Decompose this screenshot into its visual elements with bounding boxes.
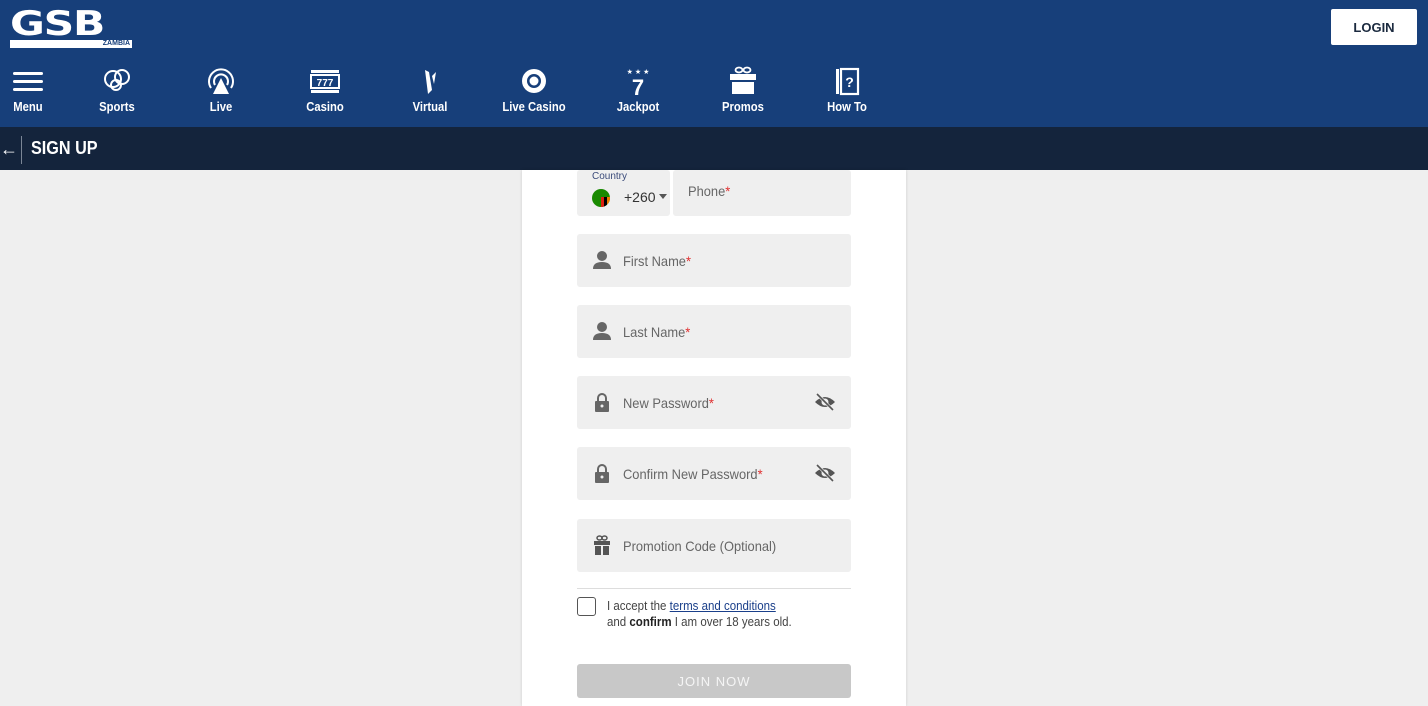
eye-off-icon[interactable] xyxy=(814,463,836,483)
form-divider xyxy=(577,588,851,589)
country-caption: Country xyxy=(592,171,628,182)
nav-label: Promos xyxy=(722,100,764,114)
lock-icon xyxy=(595,464,609,483)
terms-checkbox[interactable] xyxy=(577,597,596,616)
nav-label: Menu xyxy=(13,100,43,114)
logo-subtitle: ZAMBIA xyxy=(102,40,130,47)
nav-item-sports[interactable]: Sports xyxy=(72,62,162,122)
phone-input[interactable]: Phone* xyxy=(673,170,851,216)
nav-item-virtual[interactable]: Virtual xyxy=(385,62,475,122)
nav-item-how-to[interactable]: ? How To xyxy=(802,62,892,122)
phone-placeholder: Phone* xyxy=(688,183,731,199)
jackpot-seven-icon: 7★ ★ ★ xyxy=(627,68,650,96)
nav-item-menu[interactable]: Menu xyxy=(0,62,73,122)
new-password-placeholder: New Password* xyxy=(623,395,714,411)
nav-item-live-casino[interactable]: Live Casino xyxy=(489,62,579,122)
user-icon xyxy=(593,322,611,340)
nav-label: How To xyxy=(827,100,867,114)
nav-label: Sports xyxy=(99,100,135,114)
promotion-code-placeholder: Promotion Code (Optional) xyxy=(623,538,777,554)
nav-label: Live xyxy=(209,100,233,114)
nav-item-promos[interactable]: Promos xyxy=(698,62,788,122)
svg-text:777: 777 xyxy=(317,78,334,89)
last-name-input[interactable]: Last Name* xyxy=(577,305,851,358)
logo-text: GSB xyxy=(10,4,105,44)
user-icon xyxy=(593,251,611,269)
first-name-placeholder: First Name* xyxy=(623,253,691,269)
page-subheader: ← SIGN UP xyxy=(0,127,1428,170)
chevron-down-icon xyxy=(659,194,667,199)
live-broadcast-icon xyxy=(208,68,234,94)
slot-777-icon: 777 xyxy=(310,70,340,93)
promotion-code-input[interactable]: Promotion Code (Optional) xyxy=(577,519,851,572)
gift-icon xyxy=(730,66,756,94)
nav-label: Virtual xyxy=(412,100,448,114)
nav-item-jackpot[interactable]: 7 ★ ★ ★ Jackpot xyxy=(593,62,683,122)
sports-balls-icon xyxy=(104,69,130,91)
help-book-icon: ? xyxy=(836,67,860,96)
page-title: SIGN UP xyxy=(31,138,98,158)
confirm-password-input[interactable]: Confirm New Password* xyxy=(577,447,851,500)
login-button[interactable]: LOGIN xyxy=(1331,9,1417,45)
logo-bar: ZAMBIA xyxy=(10,40,132,48)
gsb-zambia-logo[interactable]: GSB ZAMBIA xyxy=(10,7,132,49)
subheader-divider xyxy=(21,136,22,164)
nav-item-live[interactable]: Live xyxy=(176,62,266,122)
last-name-placeholder: Last Name* xyxy=(623,324,691,340)
virtual-icon xyxy=(425,70,436,94)
terms-link[interactable]: terms and conditions xyxy=(670,599,776,613)
country-code-value: +260 xyxy=(624,189,656,205)
lock-icon xyxy=(595,393,609,412)
gift-icon xyxy=(594,535,610,555)
nav-label: Jackpot xyxy=(616,100,660,114)
zambia-flag-icon xyxy=(592,189,610,207)
country-code-select[interactable]: Country +260 xyxy=(577,170,670,216)
signup-form: Country +260 Phone* First Name* Last Nam… xyxy=(522,170,906,706)
join-now-button[interactable]: JOIN NOW xyxy=(577,664,851,698)
nav-label: Casino xyxy=(306,100,344,114)
casino-chip-icon xyxy=(522,69,546,93)
new-password-input[interactable]: New Password* xyxy=(577,376,851,429)
nav-item-casino[interactable]: 777 Casino xyxy=(280,62,370,122)
svg-text:?: ? xyxy=(845,74,854,90)
eye-off-icon[interactable] xyxy=(814,392,836,412)
svg-text:★ ★ ★: ★ ★ ★ xyxy=(627,68,650,76)
top-header: GSB ZAMBIA LOGIN Menu Sports Live 777 Ca… xyxy=(0,0,1428,127)
nav-label: Live Casino xyxy=(502,100,566,114)
menu-icon xyxy=(13,72,43,91)
confirm-password-placeholder: Confirm New Password* xyxy=(623,466,763,482)
first-name-input[interactable]: First Name* xyxy=(577,234,851,287)
svg-text:7: 7 xyxy=(632,75,644,96)
terms-text: I accept the terms and conditions and co… xyxy=(607,599,792,629)
arrow-left-icon[interactable]: ← xyxy=(0,139,18,159)
